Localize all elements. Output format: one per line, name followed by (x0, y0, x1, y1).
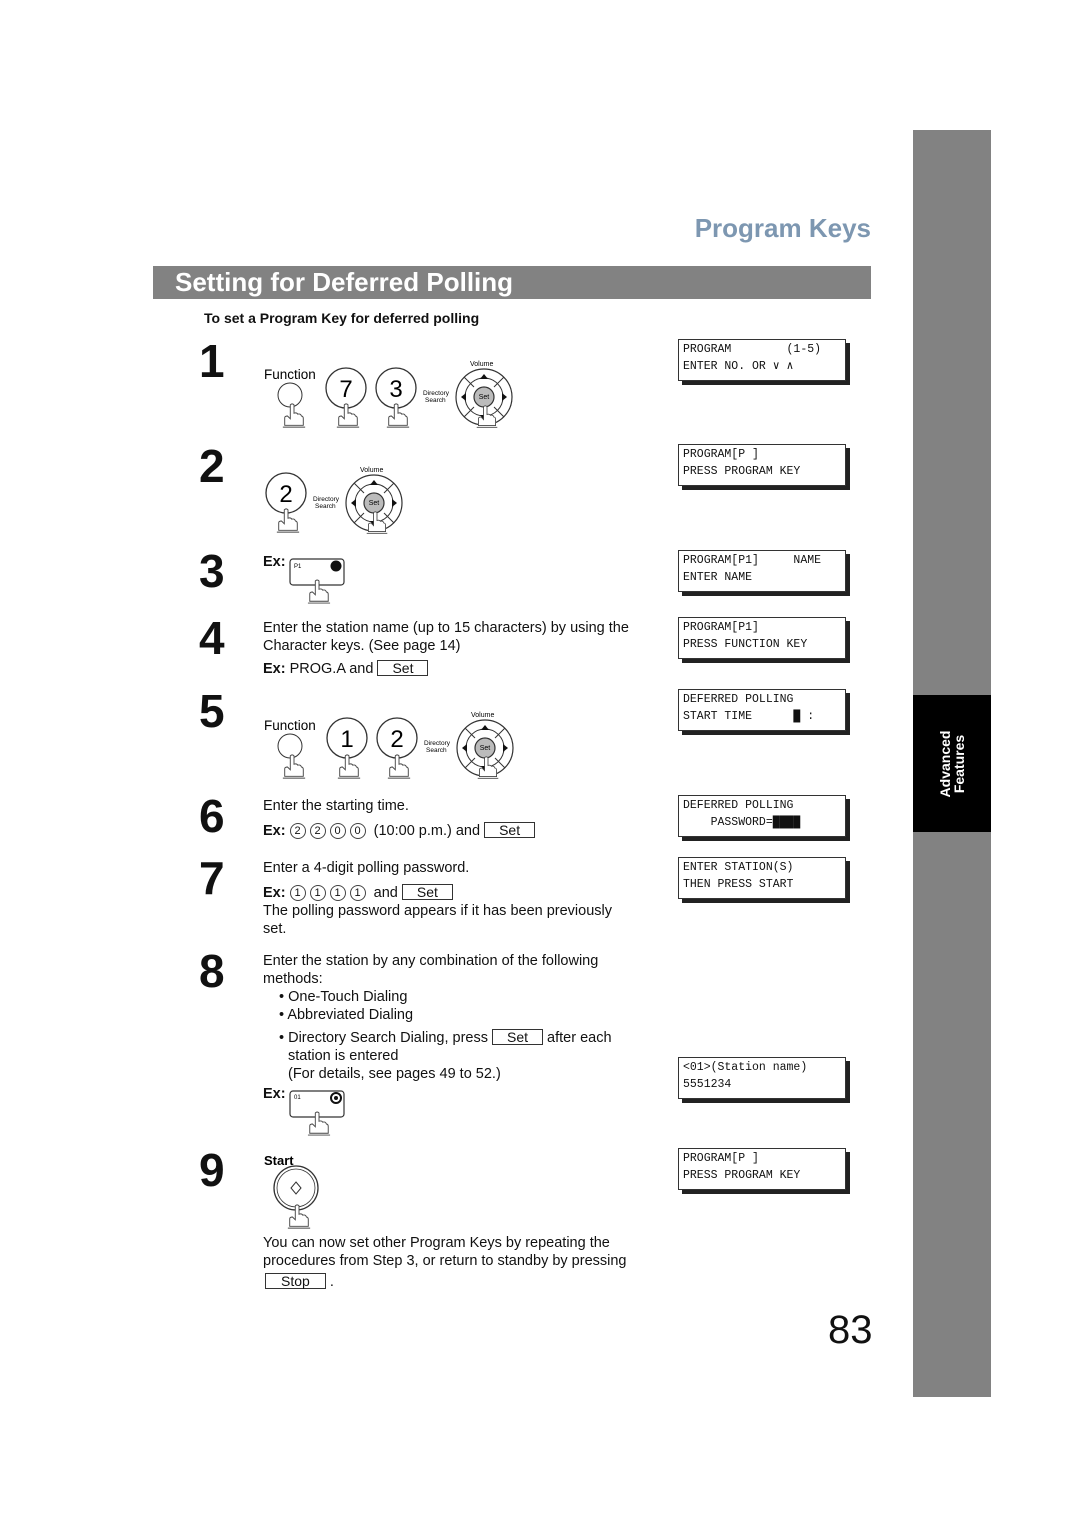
indicator-icon (330, 560, 342, 572)
step-number: 9 (199, 1144, 225, 1196)
digit-label: 1 (340, 726, 353, 753)
directory-label: Directory (424, 740, 451, 747)
digit-key-icon: 0 (349, 823, 366, 839)
lcd-display: DEFERRED POLLING START TIME █ : (678, 689, 846, 731)
method-item: Directory Search Dialing, press (288, 1030, 488, 1046)
side-tab-advanced-features[interactable]: Advanced Features (913, 695, 991, 832)
digit-key-icon: 1 (309, 885, 326, 901)
finger-press-icon (337, 754, 361, 779)
example-value: and (373, 885, 398, 901)
search-label: Search (315, 503, 336, 510)
digit-key-icon: 1 (289, 885, 306, 901)
search-label: Search (426, 747, 447, 754)
set-key-label: Set (480, 745, 491, 752)
lcd-display: ENTER STATION(S) THEN PRESS START (678, 857, 846, 899)
step8-text: Enter the station by any combination of … (263, 953, 599, 969)
finger-press-icon (387, 754, 411, 779)
function-key-label: Function (264, 367, 316, 382)
subtitle: To set a Program Key for deferred pollin… (204, 310, 480, 326)
function-key[interactable] (277, 733, 303, 759)
side-tab-line1: Advanced (937, 730, 953, 797)
side-tab-line2: Features (951, 734, 967, 793)
step4-text: Enter the station name (up to 15 charact… (263, 620, 629, 636)
digit-label: 3 (389, 376, 402, 403)
set-key-label: Set (369, 500, 380, 507)
step-number: 6 (199, 790, 225, 842)
step7-text: set. (263, 921, 287, 937)
start-key-graphic: Start (264, 1153, 319, 1229)
step-number: 7 (199, 852, 225, 904)
set-key[interactable]: Set (401, 884, 453, 900)
start-key-label: Start (264, 1153, 294, 1168)
volume-label: Volume (471, 712, 494, 719)
example-label: Ex: (263, 1086, 286, 1102)
example-label: Ex: (263, 885, 286, 901)
digit-label: 2 (390, 726, 403, 753)
volume-label: Volume (360, 467, 383, 474)
digit-key-icon: 2 (309, 823, 326, 839)
step9-text: procedures from Step 3, or return to sta… (263, 1253, 627, 1269)
digit-key-icon: 1 (329, 885, 346, 901)
digit-key-icon: 1 (349, 885, 366, 901)
directory-label: Directory (423, 390, 450, 397)
step9-text: You can now set other Program Keys by re… (263, 1235, 610, 1251)
start-key[interactable] (273, 1165, 319, 1211)
page-title-banner: Setting for Deferred Polling (153, 266, 871, 299)
step-number: 8 (199, 945, 225, 997)
one-touch-label: 01 (294, 1095, 301, 1101)
step8-text: methods: (263, 971, 323, 987)
step-number: 2 (199, 440, 225, 492)
directory-label: Directory (313, 496, 340, 503)
example-label: Ex: (263, 823, 286, 839)
lcd-display: PROGRAM[P ] PRESS PROGRAM KEY (678, 444, 846, 486)
digit-label: 2 (279, 481, 292, 508)
volume-label: Volume (470, 361, 493, 368)
digit-label: 7 (339, 376, 352, 403)
step8-text: after each (547, 1030, 612, 1046)
step8-text: (For details, see pages 49 to 52.) (288, 1066, 501, 1082)
p1-label: P1 (294, 564, 302, 570)
step-number: 4 (199, 612, 225, 664)
lcd-display: PROGRAM (1-5) ENTER NO. OR ∨ ∧ (678, 339, 846, 381)
set-key[interactable]: Set (492, 1029, 544, 1045)
step7-text: The polling password appears if it has b… (263, 903, 613, 919)
example-value: PROG.A and (289, 661, 374, 677)
example-label: Ex: (263, 554, 286, 570)
step4-text: Character keys. (See page 14) (263, 638, 461, 654)
digit-key-icon: 0 (329, 823, 346, 839)
example-label: Ex: (263, 661, 286, 677)
page-title: Setting for Deferred Polling (175, 267, 514, 297)
search-label: Search (425, 397, 446, 404)
set-key[interactable]: Set (377, 660, 429, 676)
lcd-display: PROGRAM[P ] PRESS PROGRAM KEY (678, 1148, 846, 1190)
lcd-display: <01>(Station name) 5551234 (678, 1057, 846, 1099)
step2-key-sequence: 2 Volume Directory Search Set (265, 467, 403, 534)
digit-key-icon: 2 (289, 823, 306, 839)
example-value: (10:00 p.m.) and (373, 823, 481, 839)
step1-key-sequence: Function 7 3 Volume Directory Search Set (264, 361, 513, 428)
lcd-display: DEFERRED POLLING PASSWORD=████ (678, 795, 846, 837)
program-key-p1[interactable]: P1 (288, 557, 348, 607)
set-key-label: Set (479, 394, 490, 401)
step-number: 3 (199, 545, 225, 597)
step6-text: Enter the starting time. (263, 798, 409, 814)
set-key[interactable]: Set (484, 822, 536, 838)
stop-key[interactable]: Stop (265, 1273, 326, 1289)
step5-key-sequence: Function 1 2 Volume Directory Search Set (264, 712, 514, 779)
one-touch-key-01[interactable]: 01 (288, 1089, 348, 1139)
method-item: Abbreviated Dialing (287, 1007, 414, 1023)
step7-text: Enter a 4-digit polling password. (263, 860, 470, 876)
finger-press-icon (282, 754, 306, 779)
step8-text: station is entered (288, 1048, 399, 1064)
method-item: One-Touch Dialing (288, 989, 408, 1005)
page-number: 83 (828, 1308, 873, 1352)
step-number: 1 (199, 335, 225, 387)
finger-press-icon (282, 403, 306, 428)
function-key[interactable] (277, 382, 303, 408)
lcd-display: PROGRAM[P1] PRESS FUNCTION KEY (678, 617, 846, 659)
lcd-display: PROGRAM[P1] NAME ENTER NAME (678, 550, 846, 592)
step-number: 5 (199, 685, 225, 737)
function-key-label: Function (264, 718, 316, 733)
section-title: Program Keys (694, 213, 871, 243)
